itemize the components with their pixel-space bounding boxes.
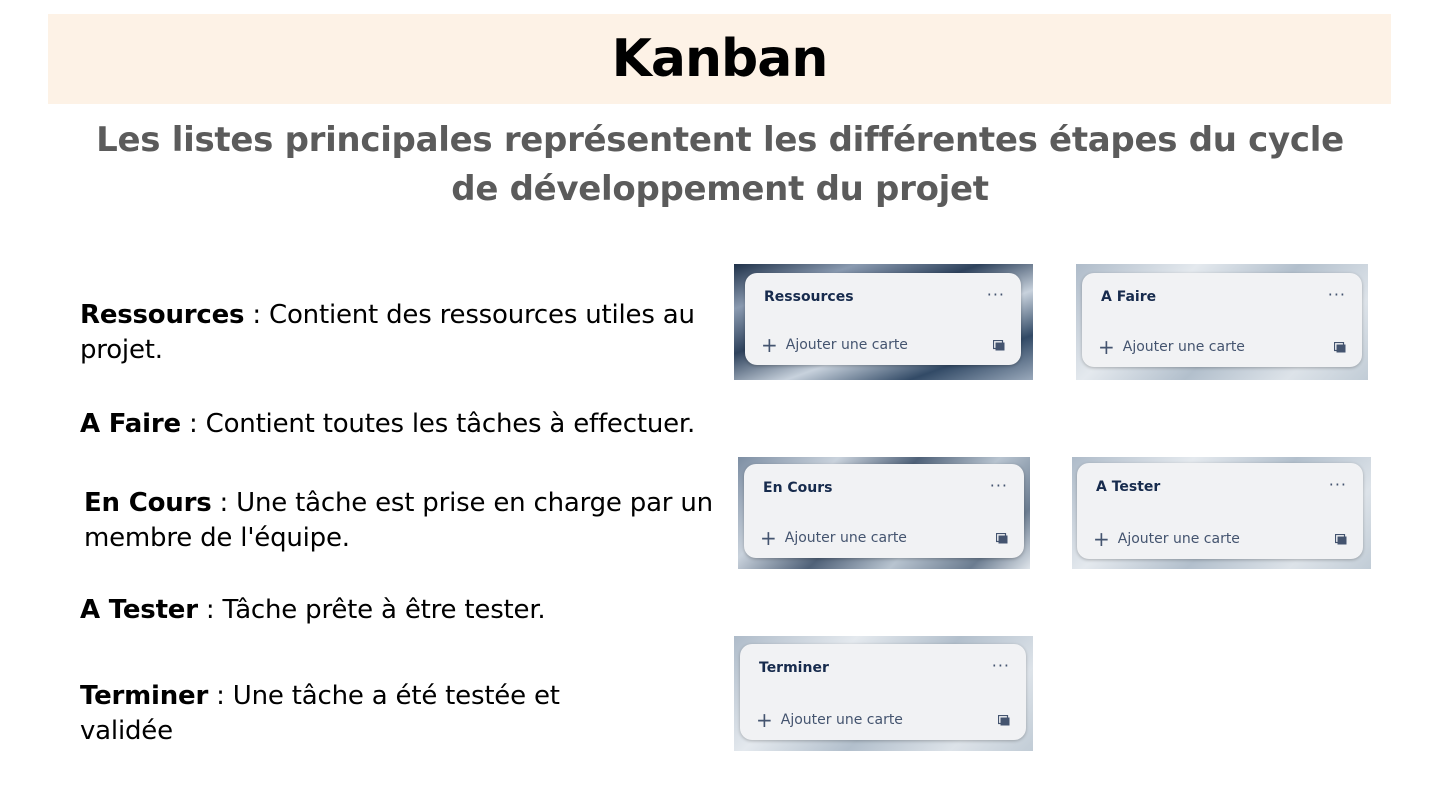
page-title: Kanban: [611, 29, 829, 89]
add-card-label: Ajouter une carte: [780, 712, 903, 728]
description-text: : Tâche prête à être tester.: [197, 595, 546, 625]
list-menu-icon[interactable]: ···: [1328, 285, 1346, 304]
list-screenshot-a-tester: A Tester ··· + Ajouter une carte: [1072, 457, 1371, 569]
list-title: Ressources: [764, 289, 854, 305]
description-terminer: Terminer : Une tâche a été testée et val…: [80, 679, 620, 749]
description-term: Terminer: [80, 681, 209, 711]
card-template-icon[interactable]: [998, 715, 1010, 726]
list-card-terminer: Terminer ··· + Ajouter une carte: [740, 644, 1026, 740]
list-title: Terminer: [759, 660, 829, 676]
description-term: En Cours: [84, 488, 212, 518]
list-title: A Faire: [1101, 289, 1157, 305]
list-menu-icon[interactable]: ···: [992, 656, 1010, 675]
description-en-cours: En Cours : Une tâche est prise en charge…: [84, 486, 724, 556]
list-title: A Tester: [1096, 479, 1161, 495]
list-screenshot-en-cours: En Cours ··· + Ajouter une carte: [738, 457, 1030, 569]
plus-icon: +: [756, 708, 773, 732]
list-title: En Cours: [763, 480, 833, 496]
list-screenshot-ressources: Ressources ··· + Ajouter une carte: [734, 264, 1033, 380]
card-template-icon[interactable]: [996, 533, 1008, 544]
add-card-label: Ajouter une carte: [785, 337, 908, 353]
description-ressources: Ressources : Contient des ressources uti…: [80, 298, 720, 368]
list-card-en-cours: En Cours ··· + Ajouter une carte: [744, 464, 1024, 558]
add-card-label: Ajouter une carte: [1122, 339, 1245, 355]
list-screenshot-terminer: Terminer ··· + Ajouter une carte: [734, 636, 1033, 751]
card-template-icon[interactable]: [993, 340, 1005, 351]
list-card-a-tester: A Tester ··· + Ajouter une carte: [1077, 463, 1363, 559]
description-text: : Contient toutes les tâches à effectuer…: [180, 409, 696, 439]
add-card-button[interactable]: + Ajouter une carte: [1093, 527, 1240, 551]
plus-icon: +: [1098, 335, 1115, 359]
add-card-label: Ajouter une carte: [1117, 531, 1240, 547]
description-a-tester: A Tester : Tâche prête à être tester.: [80, 593, 720, 628]
plus-icon: +: [760, 526, 777, 550]
description-term: A Tester: [80, 595, 198, 625]
list-card-a-faire: A Faire ··· + Ajouter une carte: [1082, 273, 1362, 367]
add-card-button[interactable]: + Ajouter une carte: [761, 333, 908, 357]
plus-icon: +: [761, 333, 778, 357]
add-card-button[interactable]: + Ajouter une carte: [1098, 335, 1245, 359]
list-menu-icon[interactable]: ···: [1329, 475, 1347, 494]
card-template-icon[interactable]: [1335, 534, 1347, 545]
add-card-label: Ajouter une carte: [784, 530, 907, 546]
description-term: A Faire: [80, 409, 181, 439]
page-subtitle: Les listes principales représentent les …: [96, 120, 1344, 209]
description-a-faire: A Faire : Contient toutes les tâches à e…: [80, 407, 760, 442]
add-card-button[interactable]: + Ajouter une carte: [756, 708, 903, 732]
list-menu-icon[interactable]: ···: [987, 285, 1005, 304]
plus-icon: +: [1093, 527, 1110, 551]
add-card-button[interactable]: + Ajouter une carte: [760, 526, 907, 550]
list-screenshot-a-faire: A Faire ··· + Ajouter une carte: [1076, 264, 1368, 380]
card-template-icon[interactable]: [1334, 342, 1346, 353]
title-banner: Kanban: [48, 14, 1391, 104]
list-card-ressources: Ressources ··· + Ajouter une carte: [745, 273, 1021, 365]
list-menu-icon[interactable]: ···: [990, 476, 1008, 495]
description-term: Ressources: [80, 300, 245, 330]
